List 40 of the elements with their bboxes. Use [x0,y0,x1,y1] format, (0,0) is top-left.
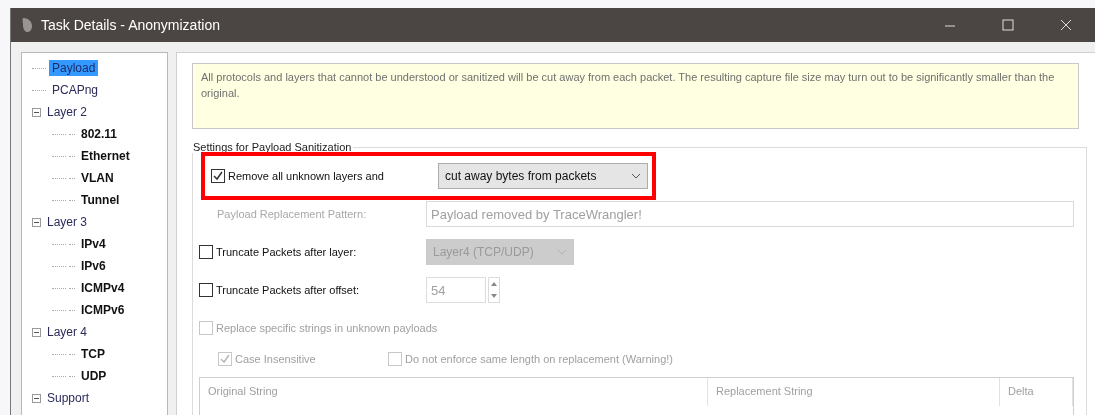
group-title: Settings for Payload Sanitization [192,141,353,153]
tree-item[interactable]: IPv6 [78,258,109,274]
dropdown[interactable]: cut away bytes from packets [438,163,648,189]
option-label: Replace specific strings in unknown payloads [216,322,438,334]
tree-item[interactable]: Tunnel [78,192,123,208]
caret-icon [631,173,641,179]
spinner[interactable] [488,277,500,303]
tree-item[interactable]: Support [44,390,93,406]
app-icon [21,17,33,33]
tree-item[interactable]: 802.11 [78,126,121,142]
collapse-toggle-icon[interactable] [32,393,41,403]
tree-item[interactable]: Payload [49,60,99,76]
tree-item[interactable]: UDP [78,368,110,384]
close-icon[interactable] [1060,19,1072,31]
tree-item[interactable]: VLAN [78,170,117,186]
tree-item[interactable]: ICMPv4 [78,280,128,296]
checkbox[interactable] [211,169,225,183]
tree-item[interactable]: PCAPng [49,82,102,98]
tree-item[interactable]: TCP [78,346,108,362]
collapse-toggle-icon[interactable] [32,107,41,117]
option-label: Do not enforce same length on replacement (Warning!) [405,353,673,365]
option-label: Truncate Packets after layer: [216,246,357,258]
caret-icon [557,249,567,255]
tree-item[interactable]: Layer 4 [44,324,91,340]
info-note: All protocols and layers that cannot be understood or sanitized will be cut away from each packet. The resulting capture file size may turn out to be significantly smaller than the original. [192,63,1079,129]
option-label: Remove all unknown layers and [228,170,384,182]
tree-item[interactable]: Layer 3 [44,214,91,230]
option-label: Case Insensitive [235,353,316,365]
collapse-toggle-icon[interactable] [32,217,41,227]
checkbox[interactable] [199,283,213,297]
window-title: Task Details - Anonymization [41,17,221,33]
checkbox[interactable] [199,245,213,259]
tree-item[interactable]: Layer 2 [44,104,91,120]
collapse-toggle-icon[interactable] [32,327,41,337]
field-label: Payload Replacement Pattern: [216,208,368,220]
maximize-icon[interactable] [1002,19,1014,31]
tree-item[interactable]: IPv4 [78,236,109,252]
tree-item[interactable]: Ethernet [78,148,133,164]
tree-item[interactable]: ICMPv6 [78,302,128,318]
option-label: Truncate Packets after offset: [216,284,360,296]
